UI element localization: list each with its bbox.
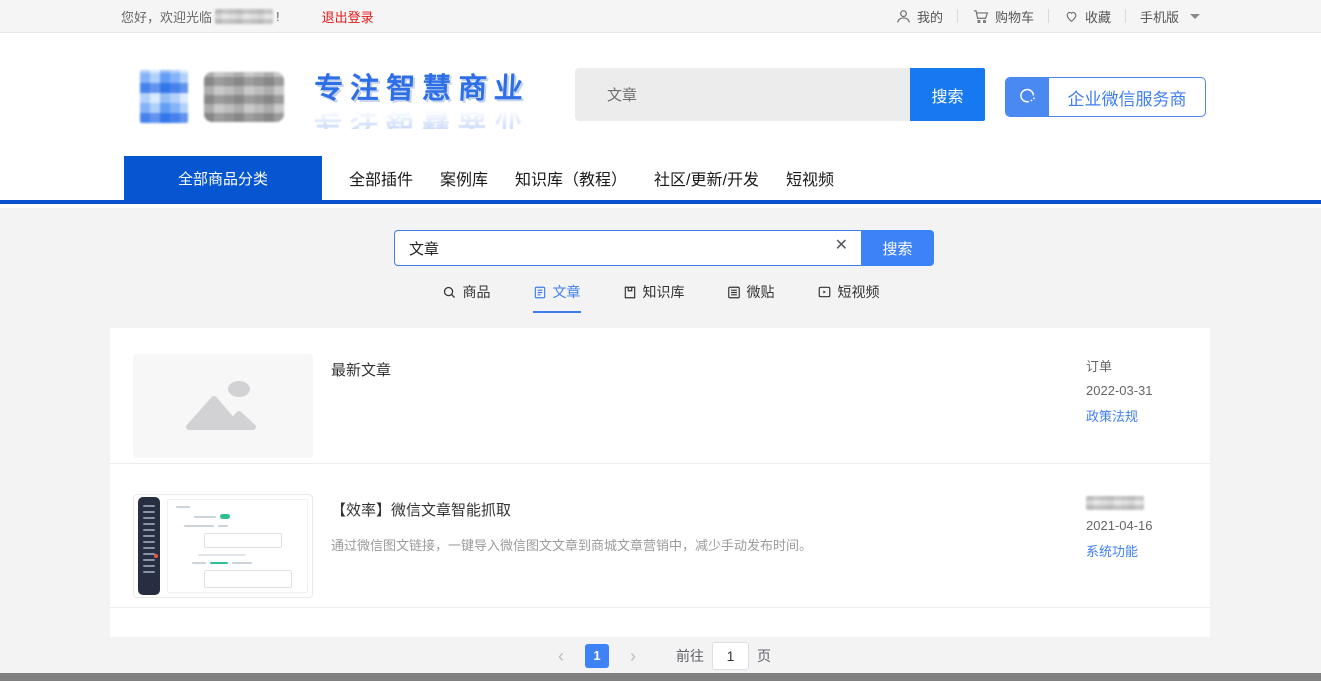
- nav-item-all-plugins[interactable]: 全部插件: [349, 156, 413, 200]
- results-card: 最新文章 订单 2022-03-31 政策法规: [110, 328, 1210, 637]
- cart-icon: [972, 8, 990, 25]
- logout-link[interactable]: 退出登录: [322, 7, 374, 26]
- tab-posts[interactable]: 微贴: [727, 282, 775, 313]
- wechat-service-button[interactable]: 企业微信服务商: [1005, 77, 1206, 117]
- article-icon: [533, 285, 547, 300]
- result-author-blurred: [1086, 496, 1144, 510]
- header-search-button[interactable]: 搜索: [910, 68, 985, 121]
- my-account-link[interactable]: 我的: [895, 7, 943, 26]
- divider: [1125, 9, 1126, 23]
- thumb-admin-sidebar: [138, 497, 160, 595]
- site-logo-text-blurred: [204, 72, 284, 122]
- pagination-next-button[interactable]: ›: [622, 647, 644, 665]
- result-category: 订单: [1086, 356, 1112, 375]
- favorites-label: 收藏: [1085, 7, 1111, 26]
- wechat-icon: [1006, 78, 1049, 116]
- logo-area[interactable]: 专注智慧商业 专注智慧商业: [140, 70, 530, 129]
- tab-articles[interactable]: 文章: [533, 282, 581, 313]
- pagination-goto-label: 前往: [676, 646, 704, 666]
- result-meta: 2021-04-16 系统功能: [1086, 494, 1186, 560]
- post-icon: [727, 285, 741, 300]
- pagination-page-current[interactable]: 1: [585, 644, 609, 668]
- header-search-input[interactable]: [575, 68, 910, 121]
- thumb-admin-panel: [167, 499, 308, 593]
- result-tag-link[interactable]: 系统功能: [1086, 541, 1138, 560]
- content-search-button[interactable]: 搜索: [861, 230, 934, 266]
- page: 您好，欢迎光临 ! 退出登录 我的 购物车: [0, 0, 1321, 681]
- result-title[interactable]: 【效率】微信文章智能抓取: [331, 499, 1066, 520]
- knowledge-icon: [623, 285, 637, 300]
- content-search: ✕ 搜索: [394, 230, 934, 266]
- bottom-bar: [0, 673, 1321, 681]
- video-icon: [817, 285, 832, 299]
- main-nav: 全部商品分类 全部插件 案例库 知识库（教程） 社区/更新/开发 短视频: [0, 156, 1321, 204]
- divider: [1048, 9, 1049, 23]
- result-date: 2021-04-16: [1086, 518, 1153, 533]
- result-description: 通过微信图文链接，一键导入微信图文文章到商城文章营销中，减少手动发布时间。: [331, 536, 1066, 556]
- favorites-link[interactable]: 收藏: [1063, 7, 1111, 26]
- nav-item-community[interactable]: 社区/更新/开发: [654, 156, 759, 200]
- result-date: 2022-03-31: [1086, 383, 1153, 398]
- mobile-version-link[interactable]: 手机版: [1140, 7, 1200, 26]
- search-icon: [442, 285, 457, 300]
- greeting-suffix: !: [276, 9, 280, 24]
- my-account-label: 我的: [917, 7, 943, 26]
- heart-icon: [1063, 8, 1080, 24]
- nav-item-knowledge-base[interactable]: 知识库（教程）: [515, 156, 627, 200]
- image-placeholder-icon: [181, 375, 265, 438]
- tab-products[interactable]: 商品: [442, 282, 491, 313]
- nav-item-all-categories[interactable]: 全部商品分类: [124, 156, 322, 200]
- result-row: 【效率】微信文章智能抓取 通过微信图文链接，一键导入微信图文文章到商城文章营销中…: [110, 464, 1210, 607]
- result-tabs: 商品 文章 知识库: [0, 282, 1321, 313]
- nav-item-short-video[interactable]: 短视频: [786, 156, 834, 200]
- tab-products-label: 商品: [463, 282, 491, 302]
- topbar: 您好，欢迎光临 ! 退出登录 我的 购物车: [0, 0, 1321, 33]
- username-blurred: [215, 9, 273, 24]
- result-title[interactable]: 最新文章: [331, 359, 1066, 380]
- chevron-down-icon: [1190, 14, 1200, 19]
- site-slogan: 专注智慧商业 专注智慧商业: [314, 75, 530, 129]
- cart-link[interactable]: 购物车: [972, 7, 1034, 26]
- tab-knowledge-label: 知识库: [643, 282, 685, 302]
- divider: [957, 9, 958, 23]
- tab-posts-label: 微贴: [747, 282, 775, 302]
- greeting-prefix: 您好，欢迎光临: [121, 7, 212, 26]
- slogan-reflection: 专注智慧商业: [313, 100, 531, 129]
- site-logo-icon-blurred: [140, 70, 188, 123]
- pagination: ‹ 1 › 前往 页: [0, 642, 1321, 670]
- topbar-greeting: 您好，欢迎光临 ! 退出登录: [121, 7, 374, 26]
- result-row: 最新文章 订单 2022-03-31 政策法规: [110, 328, 1210, 463]
- tab-knowledge[interactable]: 知识库: [623, 282, 685, 313]
- tab-short-video-label: 短视频: [838, 282, 880, 302]
- clear-icon[interactable]: ✕: [835, 238, 848, 254]
- wechat-service-label: 企业微信服务商: [1049, 85, 1205, 110]
- user-icon: [895, 8, 912, 25]
- row-divider: [110, 607, 1210, 608]
- cart-label: 购物车: [995, 7, 1034, 26]
- result-meta: 订单 2022-03-31 政策法规: [1086, 354, 1186, 425]
- nav-item-case-library[interactable]: 案例库: [440, 156, 488, 200]
- pagination-unit-label: 页: [757, 646, 771, 666]
- result-body: 【效率】微信文章智能抓取 通过微信图文链接，一键导入微信图文文章到商城文章营销中…: [313, 494, 1086, 556]
- mobile-version-label: 手机版: [1140, 7, 1179, 26]
- result-thumbnail-placeholder[interactable]: [133, 354, 313, 458]
- pagination-prev-button[interactable]: ‹: [550, 647, 572, 665]
- result-thumbnail-screenshot[interactable]: [133, 494, 313, 598]
- tab-articles-label: 文章: [553, 282, 581, 302]
- content-area: ✕ 搜索 商品 文章: [0, 208, 1321, 673]
- result-body: 最新文章: [313, 354, 1086, 380]
- content-search-input[interactable]: [394, 230, 861, 266]
- topbar-links: 我的 购物车 收藏: [895, 7, 1200, 26]
- header-search: 搜索: [575, 68, 985, 121]
- pagination-goto-input[interactable]: [712, 642, 749, 670]
- tab-short-video[interactable]: 短视频: [817, 282, 880, 313]
- header: 专注智慧商业 专注智慧商业 搜索 企业微信服务商: [0, 34, 1321, 156]
- result-tag-link[interactable]: 政策法规: [1086, 406, 1138, 425]
